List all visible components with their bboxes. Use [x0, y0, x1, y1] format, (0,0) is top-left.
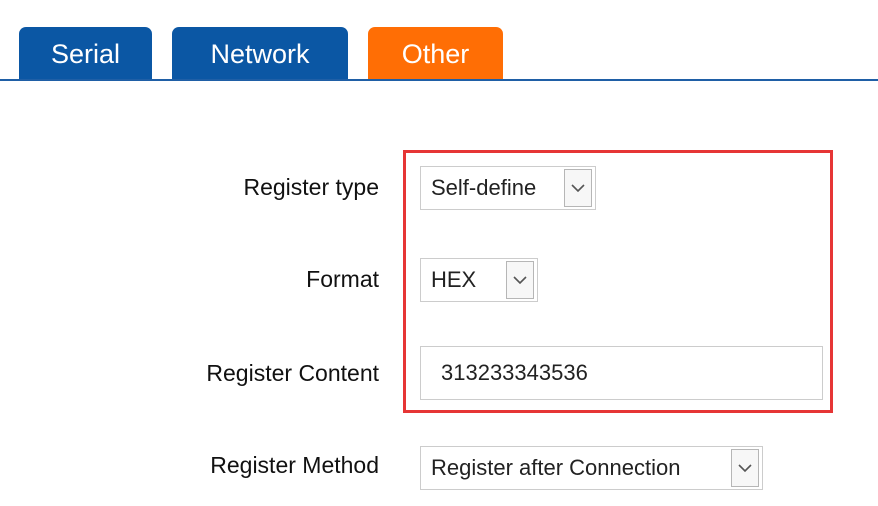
tab-serial[interactable]: Serial — [19, 27, 152, 81]
format-label: Format — [306, 266, 379, 292]
register-type-label: Register type — [243, 174, 379, 200]
register-method-label: Register Method — [210, 452, 379, 478]
chevron-down-icon[interactable] — [731, 449, 759, 487]
tab-other[interactable]: Other — [368, 27, 503, 81]
tab-underline — [0, 79, 878, 81]
register-method-select[interactable]: Register after Connection — [420, 446, 763, 490]
tab-network[interactable]: Network — [172, 27, 348, 81]
register-method-value: Register after Connection — [431, 455, 681, 480]
register-content-label: Register Content — [206, 360, 379, 386]
tab-bar: Serial Network Other — [0, 0, 878, 81]
highlight-box — [403, 150, 833, 413]
